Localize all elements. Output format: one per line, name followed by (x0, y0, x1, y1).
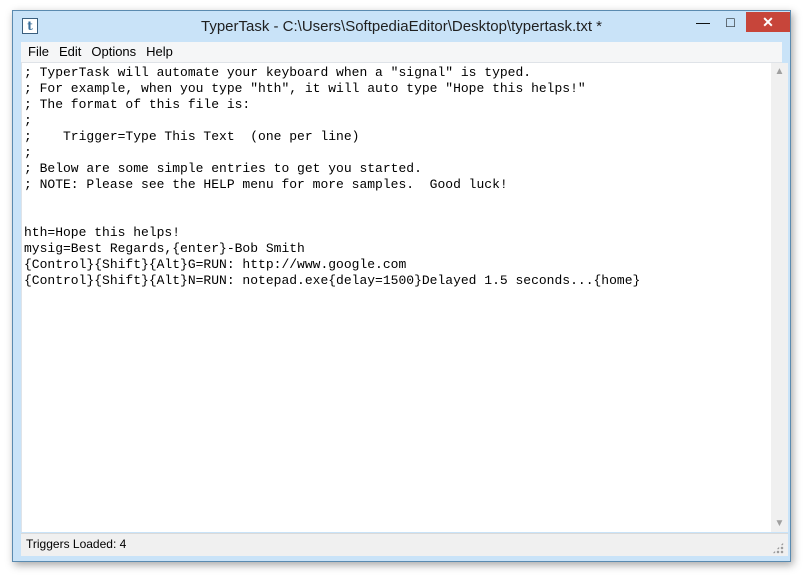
text-editor[interactable]: ; TyperTask will automate your keyboard … (21, 63, 772, 532)
resize-grip-icon[interactable] (772, 542, 784, 554)
menu-help[interactable]: Help (141, 42, 178, 62)
status-text: Triggers Loaded: 4 (26, 537, 127, 551)
scroll-up-icon[interactable]: ▲ (771, 63, 788, 80)
title-bar[interactable]: t TyperTask - C:\Users\SoftpediaEditor\D… (13, 11, 790, 41)
status-bar: Triggers Loaded: 4 (21, 533, 788, 556)
menu-options[interactable]: Options (86, 42, 141, 62)
minimize-button[interactable]: — (689, 12, 717, 32)
menu-bar: File Edit Options Help (21, 42, 782, 63)
menu-edit[interactable]: Edit (54, 42, 86, 62)
menu-file[interactable]: File (23, 42, 54, 62)
window-title: TyperTask - C:\Users\SoftpediaEditor\Des… (201, 18, 602, 35)
editor-content[interactable]: ; TyperTask will automate your keyboard … (22, 63, 772, 289)
app-window: t TyperTask - C:\Users\SoftpediaEditor\D… (12, 10, 791, 562)
close-button[interactable]: ✕ (746, 12, 790, 32)
maximize-button[interactable]: □ (717, 12, 744, 32)
vertical-scrollbar[interactable]: ▲ ▼ (771, 63, 788, 532)
scroll-down-icon[interactable]: ▼ (771, 515, 788, 532)
